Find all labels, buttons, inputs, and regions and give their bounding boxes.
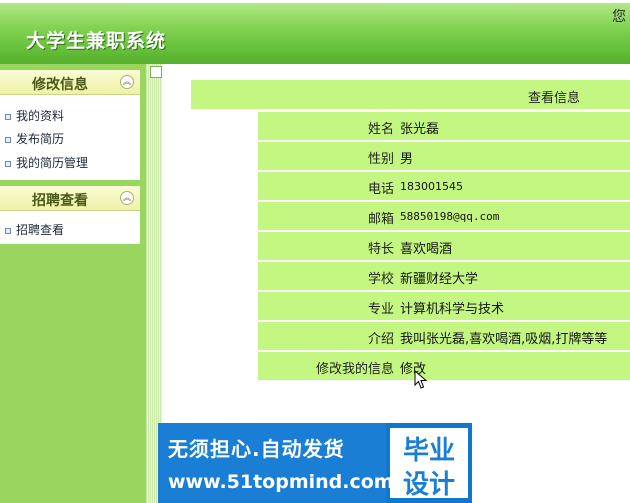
sidebar: 修改信息 ︽ 我的资料 发布简历 我的简历管理 招聘查看 ︽ 招聘查看 [0, 64, 146, 503]
field-label: 专业 [367, 302, 394, 317]
field-value-major: 计算机科学与技术 [400, 302, 505, 317]
square-bullet-icon [5, 227, 11, 234]
mouse-pointer-icon [414, 370, 428, 389]
field-label: 电话 [367, 182, 394, 197]
sidebar-item-my-resume-manage[interactable]: 我的简历管理 [5, 154, 88, 171]
square-bullet-icon [5, 113, 11, 120]
panel-title-recruit-view: 招聘查看 [32, 193, 88, 209]
field-value-phone: 183001545 [400, 180, 463, 193]
square-bullet-icon [5, 160, 11, 167]
field-label: 介绍 [367, 332, 394, 347]
field-label: 修改我的信息 [315, 362, 394, 377]
top-border [0, 0, 630, 3]
field-value-name: 张光磊 [400, 122, 440, 137]
sidebar-item-my-profile[interactable]: 我的资料 [5, 107, 64, 124]
ad-right-line1: 毕业 [402, 436, 455, 466]
square-bullet-icon [5, 136, 11, 143]
ad-url: www.51topmind.com [168, 471, 394, 493]
ad-right-panel: 毕业 设计 [390, 428, 468, 500]
info-table-header: 查看信息 [191, 80, 630, 109]
collapse-icon[interactable]: ︽ [120, 191, 134, 205]
ad-left-panel: 无须担心.自动发货 www.51topmind.com [158, 423, 394, 503]
ad-slogan: 无须担心.自动发货 [168, 437, 345, 461]
panel-title-edit-info: 修改信息 [32, 77, 88, 93]
table-row: 专业 计算机科学与技术 [258, 292, 630, 320]
panel-body-edit-info: 我的资料 发布简历 我的简历管理 [0, 95, 140, 180]
field-label: 学校 [367, 272, 394, 287]
table-row: 邮箱 58850198@qq.com [258, 202, 630, 230]
top-banner: 大学生兼职系统 您 [0, 0, 630, 64]
sidebar-item-publish-resume[interactable]: 发布简历 [5, 130, 64, 147]
table-row: 特长 喜欢喝酒 [258, 232, 630, 260]
welcome-text: 您 [612, 9, 626, 25]
table-row: 性别 男 [258, 142, 630, 170]
table-row: 电话 183001545 [258, 172, 630, 200]
field-label: 性别 [367, 152, 394, 167]
table-row: 介绍 我叫张光磊,喜欢喝酒,吸烟,打牌等等 [258, 322, 630, 350]
sidebar-item-recruit-view[interactable]: 招聘查看 [5, 221, 64, 238]
sidebar-item-label: 我的简历管理 [16, 156, 89, 170]
app-title: 大学生兼职系统 [26, 30, 167, 52]
field-label: 姓名 [367, 122, 394, 137]
sidebar-item-label: 发布简历 [16, 132, 65, 146]
field-label: 邮箱 [367, 212, 394, 227]
watermark-ad[interactable]: 无须担心.自动发货 www.51topmind.com 毕业 设计 [158, 423, 472, 503]
field-value-gender: 男 [400, 152, 414, 167]
sidebar-item-label: 招聘查看 [16, 223, 65, 237]
table-row: 学校 新疆财经大学 [258, 262, 630, 290]
ad-right-line2: 设计 [402, 470, 455, 500]
field-value-specialty: 喜欢喝酒 [400, 242, 453, 257]
table-row: 姓名 张光磊 [258, 112, 630, 140]
panel-body-recruit-view: 招聘查看 [0, 211, 140, 244]
sidebar-item-label: 我的资料 [16, 109, 65, 123]
panel-header-recruit-view[interactable]: 招聘查看 ︽ [0, 186, 140, 211]
table-row: 修改我的信息 修改 [258, 352, 630, 380]
collapse-icon[interactable]: ︽ [120, 75, 134, 89]
field-value-email: 58850198@qq.com [400, 210, 500, 223]
panel-header-edit-info[interactable]: 修改信息 ︽ [0, 70, 140, 95]
field-value-intro: 我叫张光磊,喜欢喝酒,吸烟,打牌等等 [400, 332, 608, 347]
field-value-school: 新疆财经大学 [400, 272, 479, 287]
field-label: 特长 [367, 242, 394, 257]
info-header-title: 查看信息 [528, 91, 581, 106]
splitter-toggle[interactable] [150, 66, 162, 78]
